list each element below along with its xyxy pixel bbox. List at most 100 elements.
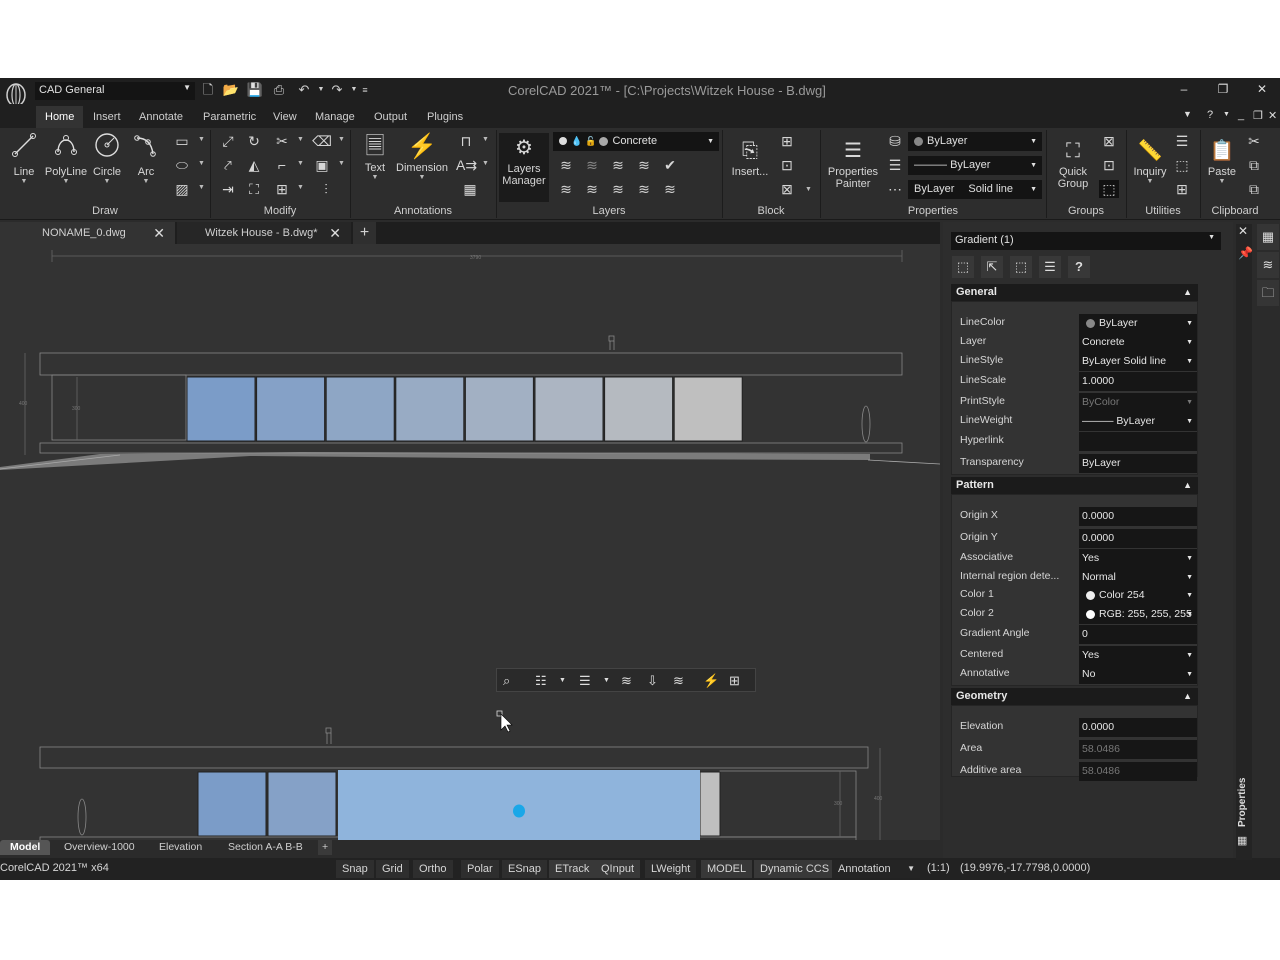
property-value[interactable]: 0.0000 xyxy=(1079,718,1197,737)
property-value[interactable]: 58.0486 xyxy=(1079,740,1197,759)
chevron-down-icon[interactable]: ▼ xyxy=(297,184,304,191)
ortho-toggle[interactable]: Ortho xyxy=(413,860,453,878)
select-cursor-icon[interactable]: ⬚ xyxy=(1010,256,1032,278)
chevron-down-icon[interactable]: ▼ xyxy=(198,160,205,167)
collapse-icon[interactable]: ▲ xyxy=(1183,477,1192,494)
move-to-layer-icon[interactable]: ⇩ xyxy=(647,671,658,691)
collapse-icon[interactable]: ▲ xyxy=(1183,284,1192,301)
group-selection-icon[interactable]: ⬚ xyxy=(1099,180,1119,198)
move-icon[interactable]: ⤢ xyxy=(218,132,238,150)
cut-icon[interactable]: ✂ xyxy=(1244,132,1264,150)
text-align-icon[interactable]: ⫶ xyxy=(316,180,336,198)
restore-icon[interactable]: ❐ xyxy=(1213,82,1233,100)
layer-isolate-icon[interactable]: ≋ xyxy=(582,156,602,174)
scale-icon[interactable]: ⛶ xyxy=(244,180,264,198)
mirror-icon[interactable]: ◭ xyxy=(244,156,264,174)
property-value[interactable]: No ▼ xyxy=(1079,665,1197,684)
hatch-icon[interactable]: ▨ xyxy=(172,180,192,198)
redo-icon[interactable]: ↷ xyxy=(328,81,346,99)
doc-tab-noname[interactable]: NONAME_0.dwg ✕ xyxy=(0,222,175,244)
doc-close-icon[interactable]: ✕ xyxy=(1268,109,1277,122)
edit-group-icon[interactable]: ⊡ xyxy=(1099,156,1119,174)
tab-parametric[interactable]: Parametric xyxy=(194,106,265,128)
leader-icon[interactable]: A⇉ xyxy=(456,156,477,174)
new-file-icon[interactable]: 🗋 xyxy=(199,81,217,99)
property-value[interactable]: Normal ▼ xyxy=(1079,568,1197,587)
save-icon[interactable]: 💾 xyxy=(246,81,264,99)
match-layer-icon[interactable]: ≋ xyxy=(673,671,684,691)
rectangle-icon[interactable]: ▭ xyxy=(172,132,192,150)
properties-painter-button[interactable]: ☰ Properties Painter xyxy=(826,136,880,190)
property-value[interactable]: Yes ▼ xyxy=(1079,549,1197,568)
linear-dimension-icon[interactable]: ⊓ xyxy=(456,132,476,150)
tab-plugins[interactable]: Plugins xyxy=(418,106,472,128)
chevron-down-icon[interactable]: ▼ xyxy=(198,184,205,191)
open-file-icon[interactable]: 📂 xyxy=(222,81,240,99)
layer-lock-icon[interactable]: ≋ xyxy=(634,156,654,174)
copy-with-base-icon[interactable]: ⧉ xyxy=(1244,180,1264,198)
toggle-pickadd-icon[interactable]: ⇱ xyxy=(981,256,1003,278)
erase-icon[interactable]: ⌫ xyxy=(312,132,332,150)
new-tab-button[interactable]: + xyxy=(353,222,376,244)
layer-select[interactable]: 💧 🔓 Concrete ▼ xyxy=(553,132,719,151)
tab-annotate[interactable]: Annotate xyxy=(130,106,192,128)
calculator-icon[interactable]: ⊞ xyxy=(1172,180,1192,198)
lineweight-select[interactable]: ——— ByLayer ▼ xyxy=(908,156,1042,175)
chevron-down-icon[interactable]: ▼ xyxy=(805,186,812,193)
property-value[interactable]: ByLayer xyxy=(1079,454,1197,473)
tab-home[interactable]: Home xyxy=(36,106,84,128)
trim-icon[interactable]: ✂ xyxy=(272,132,292,150)
minimize-icon[interactable]: – xyxy=(1174,82,1194,100)
tab-output[interactable]: Output xyxy=(365,106,416,128)
property-value[interactable]: RGB: 255, 255, 255 ▼ xyxy=(1079,605,1197,624)
layer-unisolate-icon[interactable]: ≋ xyxy=(582,180,602,198)
insert-block-button[interactable]: ⎘ Insert... xyxy=(728,136,772,178)
property-value[interactable]: ByLayer ▼ xyxy=(1079,314,1197,333)
lineweight-toolbar-icon[interactable]: ☰ xyxy=(579,671,591,691)
doc-minimize-icon[interactable]: _ xyxy=(1238,109,1244,121)
etrack-toggle[interactable]: ETrack xyxy=(549,860,596,878)
selection-filter-select[interactable]: Gradient (1) ▼ xyxy=(951,232,1221,250)
esnap-toggle[interactable]: ESnap xyxy=(502,860,548,878)
chevron-down-icon[interactable]: ▼ xyxy=(482,160,489,167)
polar-toggle[interactable]: Polar xyxy=(461,860,499,878)
property-value[interactable]: 1.0000 xyxy=(1079,372,1197,391)
property-value[interactable]: ByColor ▼ xyxy=(1079,393,1197,412)
select-objects-icon[interactable]: ⬚ xyxy=(952,256,974,278)
create-block-icon[interactable]: ⊞ xyxy=(777,132,797,150)
property-value[interactable] xyxy=(1079,432,1197,451)
circle-button[interactable]: Circle ▼ xyxy=(90,132,124,185)
add-layout-button[interactable]: + xyxy=(318,840,333,855)
copy-icon[interactable]: ⤤ xyxy=(218,156,238,174)
paste-button[interactable]: 📋 Paste ▼ xyxy=(1204,136,1240,185)
qinput-toggle[interactable]: QInput xyxy=(595,860,641,878)
layer-match-icon[interactable]: ≋ xyxy=(660,180,680,198)
help-dropdown-icon[interactable]: ▼ xyxy=(1223,111,1230,118)
property-value[interactable]: ByLayer Solid line ▼ xyxy=(1079,352,1197,371)
text-button[interactable]: 🗏 Text ▼ xyxy=(358,132,392,181)
dimension-button[interactable]: ⚡ Dimension ▼ xyxy=(394,132,450,181)
layer-on-all-icon[interactable]: ≋ xyxy=(556,180,576,198)
line-button[interactable]: Line ▼ xyxy=(6,132,42,185)
snap-toggle[interactable]: Snap xyxy=(336,860,374,878)
doc-restore-icon[interactable]: ❐ xyxy=(1253,109,1263,122)
design-resources-icon[interactable]: 🗀 xyxy=(1257,280,1279,306)
model-toggle[interactable]: MODEL xyxy=(701,860,753,878)
undo-icon[interactable]: ↶ xyxy=(295,81,313,99)
select-all-icon[interactable]: ⬚ xyxy=(1172,156,1192,174)
ellipse-icon[interactable]: ⬭ xyxy=(172,156,192,174)
property-value[interactable]: ——— ByLayer ▼ xyxy=(1079,412,1197,431)
chevron-down-icon[interactable]: ▼ xyxy=(559,671,566,691)
arc-button[interactable]: Arc ▼ xyxy=(130,132,162,185)
geometry-section-header[interactable]: Geometry ▲ xyxy=(951,688,1198,705)
dynamic-ccs-toggle[interactable]: Dynamic CCS xyxy=(754,860,836,878)
properties-small-icon[interactable]: ▦ xyxy=(1237,834,1247,847)
chevron-down-icon[interactable]: ▼ xyxy=(338,136,345,143)
help-icon[interactable]: ? xyxy=(1207,109,1213,121)
layer-thaw-icon[interactable]: ≋ xyxy=(608,180,628,198)
layers-toolbar-icon[interactable]: ≋ xyxy=(621,671,632,691)
array-icon[interactable]: ⊞ xyxy=(272,180,292,198)
make-current-icon[interactable]: ✔ xyxy=(660,156,680,174)
tab-view[interactable]: View xyxy=(264,106,306,128)
linestyle-select[interactable]: ByLayer Solid line ▼ xyxy=(908,180,1042,199)
